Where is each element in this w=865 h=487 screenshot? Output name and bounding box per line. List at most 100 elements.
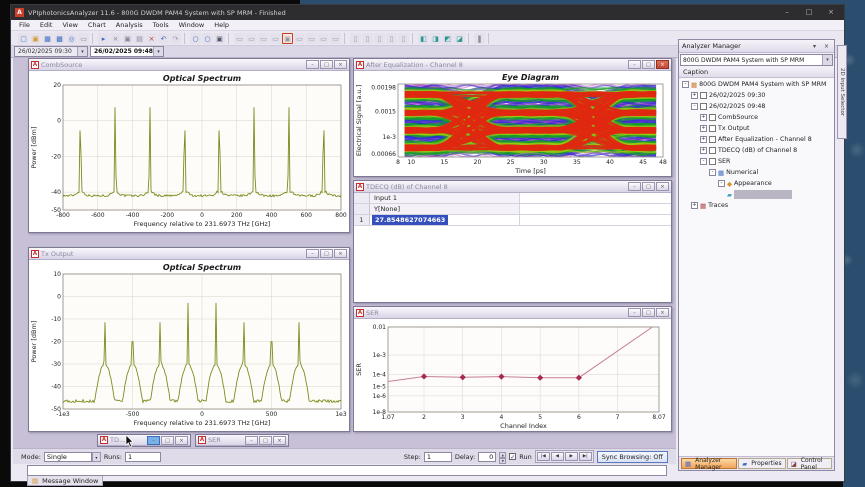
chart-layout-9-icon[interactable]: ▭	[330, 33, 341, 44]
trace-next-icon[interactable]: ▯	[362, 33, 373, 44]
search-icon[interactable]: ◎	[66, 33, 77, 44]
tree-checkbox[interactable]	[709, 158, 716, 165]
tree-checkbox[interactable]	[700, 92, 707, 99]
tree-checkbox[interactable]	[700, 103, 707, 110]
tree-item-appearance[interactable]: -◆Appearance	[679, 178, 834, 189]
tdecq-value-row[interactable]: 1 27.8548627074663	[354, 215, 671, 226]
tree-expander-icon[interactable]: -	[718, 180, 725, 187]
run-nav-button-0[interactable]: |◀	[537, 452, 550, 461]
chart-layout-7-icon[interactable]: ▭	[306, 33, 317, 44]
maximize-window-button[interactable]: □	[642, 308, 655, 317]
tree-expander-icon[interactable]: -	[709, 169, 716, 176]
sync-browsing-button[interactable]: Sync Browsing: Off	[597, 451, 668, 463]
workspace-select[interactable]: 800G DWDM PAM4 System with SP MRM ▾	[680, 54, 833, 66]
maximize-window-button[interactable]: □	[161, 436, 174, 445]
marker-a-icon[interactable]: ◧	[418, 33, 429, 44]
redo-icon[interactable]: ↷	[170, 33, 181, 44]
tree-item-tx-output[interactable]: +Tx Output	[679, 123, 834, 134]
message-window-tab[interactable]: ▤ Message Window	[27, 476, 103, 486]
print-icon[interactable]: ▭	[78, 33, 89, 44]
caption-column-header[interactable]: Caption	[679, 67, 834, 78]
run-selector-1[interactable]: 26/02/2025 09:48▾	[90, 46, 164, 57]
tree-item-26-02-2025-09-30[interactable]: +26/02/2025 09:30	[679, 90, 834, 101]
delay-input[interactable]: 0	[478, 452, 496, 462]
panel-close-icon[interactable]: ×	[822, 43, 831, 50]
tree-item-800g-dwdm-pam4-system-with-sp-mrm[interactable]: -▦800G DWDM PAM4 System with SP MRM	[679, 79, 834, 90]
menu-item-chart[interactable]: Chart	[88, 21, 106, 29]
close-window-button[interactable]: ×	[175, 436, 188, 445]
tree-item[interactable]: ▰	[679, 189, 834, 200]
title-bar[interactable]: A VPIphotonicsAnalyzer 11.6 - 800G DWDM …	[11, 5, 844, 20]
run-checkbox[interactable]: ✓	[509, 453, 516, 460]
trace-first-icon[interactable]: ▯	[386, 33, 397, 44]
tree-checkbox[interactable]	[709, 114, 716, 121]
window-title-bar[interactable]: A After Equalization - Channel 8 –□×	[354, 59, 671, 71]
chart-layout-8-icon[interactable]: ▭	[318, 33, 329, 44]
cut-icon[interactable]: ×	[110, 33, 121, 44]
chevron-down-icon[interactable]: ▾	[153, 47, 163, 56]
tree-item-numerical[interactable]: -▦Numerical	[679, 167, 834, 178]
window-combsource[interactable]: A CombSource –□×	[28, 58, 350, 233]
minimize-button[interactable]: –	[778, 6, 796, 19]
run-nav-button-2[interactable]: ▶	[565, 452, 578, 461]
window-title-bar[interactable]: A Tx Output –□×	[29, 248, 349, 260]
menu-item-view[interactable]: View	[62, 21, 77, 29]
maximize-window-button[interactable]: □	[642, 182, 655, 191]
tree-item-traces[interactable]: +▦Traces	[679, 200, 834, 211]
minimize-window-button[interactable]: –	[147, 436, 160, 445]
menu-item-analysis[interactable]: Analysis	[116, 21, 143, 29]
close-window-button[interactable]: ×	[273, 436, 286, 445]
panel-header[interactable]: Analyzer Manager ▾ ×	[679, 40, 834, 53]
input-selector-side-tab[interactable]: 2D Input Selector	[837, 45, 847, 139]
menu-item-window[interactable]: Window	[179, 21, 205, 29]
minimize-window-button[interactable]: –	[628, 60, 641, 69]
save-icon[interactable]: ▦	[42, 33, 53, 44]
chart-layout-6-icon[interactable]: ▭	[294, 33, 305, 44]
window-title-bar[interactable]: A CombSource –□×	[29, 59, 349, 71]
chart-layout-4-icon[interactable]: ▭	[270, 33, 281, 44]
pin-icon[interactable]: ▾	[810, 43, 819, 50]
run-nav-button-1[interactable]: ◀	[551, 452, 564, 461]
window-tx-output[interactable]: A Tx Output –□×	[28, 247, 350, 432]
minimize-window-button[interactable]: –	[628, 182, 641, 191]
tree-expander-icon[interactable]: +	[700, 114, 707, 121]
chart-layout-2-icon[interactable]: ▭	[246, 33, 257, 44]
run-selector-0[interactable]: 26/02/2025 09:30▾	[14, 46, 88, 57]
runs-input[interactable]: 1	[125, 452, 161, 462]
tree-item-after-equalization-channel-8[interactable]: +After Equalization - Channel 8	[679, 134, 834, 145]
marker-b-icon[interactable]: ◨	[430, 33, 441, 44]
minimize-window-button[interactable]: –	[628, 308, 641, 317]
tree-item-tdecq-db-of-channel-8[interactable]: +TDECQ (dB) of Channel 8	[679, 145, 834, 156]
trace-all-icon[interactable]: ▯	[374, 33, 385, 44]
close-button[interactable]: ×	[822, 6, 840, 19]
zoom-window-icon[interactable]: ▣	[214, 33, 225, 44]
trace-last-icon[interactable]: ▯	[398, 33, 409, 44]
pause-icon[interactable]: ‖	[474, 33, 485, 44]
minimized-window-tdecq[interactable]: A TD... –□×	[97, 434, 191, 447]
mode-select[interactable]: Single ▾	[44, 452, 101, 462]
panel-tab-properties[interactable]: ▰Properties	[738, 458, 785, 469]
tree-checkbox[interactable]	[709, 136, 716, 143]
step-input[interactable]: 1	[424, 452, 452, 462]
window-title-bar[interactable]: A SER –□×	[354, 307, 671, 319]
close-window-button[interactable]: ×	[656, 182, 669, 191]
tree-checkbox[interactable]	[709, 125, 716, 132]
select-arrow-icon[interactable]: ▸	[98, 33, 109, 44]
chart-layout-1-icon[interactable]: ▭	[234, 33, 245, 44]
ser-chart[interactable]	[354, 319, 671, 431]
minimize-window-button[interactable]: –	[306, 60, 319, 69]
menu-item-edit[interactable]: Edit	[40, 21, 53, 29]
tree-expander-icon[interactable]: -	[682, 81, 689, 88]
save-all-icon[interactable]: ▩	[54, 33, 65, 44]
minimize-window-button[interactable]: –	[245, 436, 258, 445]
tree-selected-item[interactable]	[734, 190, 792, 199]
tree-item-26-02-2025-09-48[interactable]: -26/02/2025 09:48	[679, 101, 834, 112]
menu-item-tools[interactable]: Tools	[153, 21, 169, 29]
maximize-window-button[interactable]: □	[259, 436, 272, 445]
maximize-window-button[interactable]: □	[320, 249, 333, 258]
minimize-window-button[interactable]: –	[306, 249, 319, 258]
panel-tab-control-panel[interactable]: ◪Control Panel	[787, 458, 832, 469]
tx-spectrum-chart[interactable]	[29, 260, 349, 431]
eye-diagram-chart[interactable]	[354, 71, 671, 176]
minimized-window-ser[interactable]: A SER –□×	[195, 434, 289, 447]
